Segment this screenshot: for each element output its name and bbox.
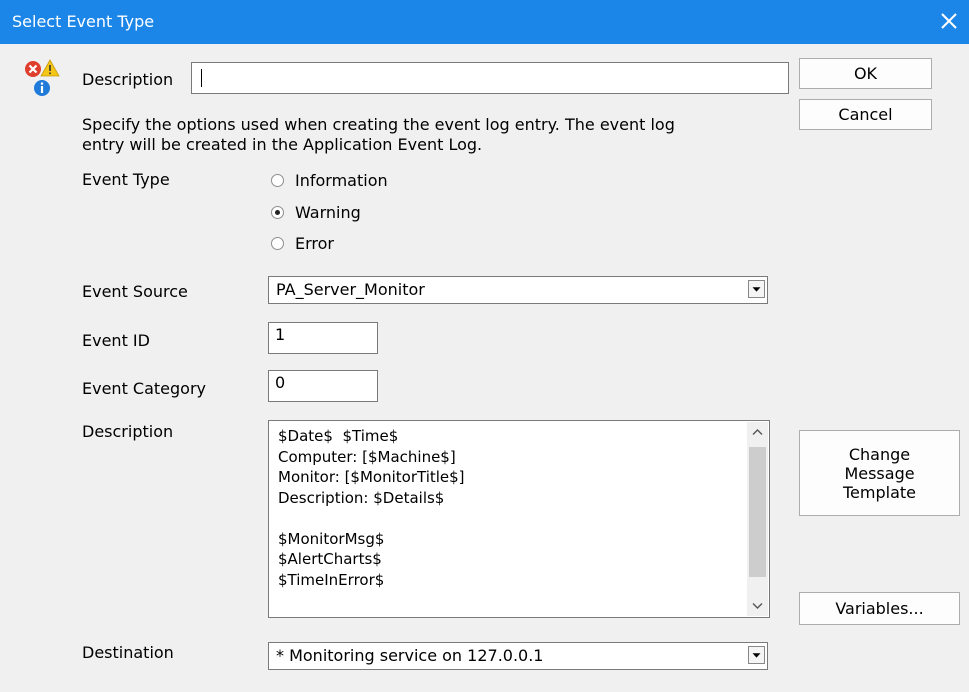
ok-button[interactable]: OK <box>799 58 932 89</box>
description-label: Description <box>82 70 174 89</box>
radio-warning-button[interactable] <box>271 206 284 219</box>
destination-select[interactable]: * Monitoring service on 127.0.0.1 <box>268 642 768 670</box>
scroll-up-icon[interactable] <box>752 428 763 436</box>
destination-label: Destination <box>82 643 174 662</box>
description-input[interactable] <box>191 62 789 94</box>
intro-line-1: Specify the options used when creating t… <box>82 115 675 134</box>
variables-button[interactable]: Variables... <box>799 592 960 625</box>
error-icon <box>25 61 41 77</box>
radio-information-label: Information <box>295 171 388 190</box>
radio-information-button[interactable] <box>271 174 284 187</box>
event-id-label: Event ID <box>82 331 150 350</box>
event-type-label: Event Type <box>82 170 170 189</box>
radio-warning[interactable]: Warning <box>271 203 361 222</box>
message-line: Description: $Details$ <box>278 488 445 507</box>
message-description-label: Description <box>82 422 174 441</box>
chevron-down-icon[interactable] <box>748 280 765 298</box>
change-template-line-3: Template <box>842 482 916 502</box>
text-cursor <box>201 69 202 87</box>
change-template-line-1: Change <box>848 444 911 464</box>
change-message-template-button[interactable]: Change Message Template <box>799 430 960 516</box>
message-line: Monitor: [$MonitorTitle$] <box>278 468 465 486</box>
radio-error-button[interactable] <box>271 237 284 250</box>
message-line: $AlertCharts$ <box>278 550 382 568</box>
message-line: $TimeInError$ <box>278 570 385 589</box>
close-icon[interactable] <box>937 8 961 34</box>
event-category-label: Event Category <box>82 379 207 398</box>
message-line <box>278 508 465 529</box>
event-source-select[interactable]: PA_Server_Monitor <box>268 276 768 304</box>
warning-icon <box>40 59 60 77</box>
status-icons <box>25 59 60 96</box>
message-line: $Date$ $Time$ <box>278 427 399 445</box>
event-source-value: PA_Server_Monitor <box>276 280 425 299</box>
scrollbar-thumb[interactable] <box>749 447 766 577</box>
event-id-input[interactable]: 1 <box>268 322 378 354</box>
destination-value: * Monitoring service on 127.0.0.1 <box>276 646 544 665</box>
radio-error-label: Error <box>295 234 334 253</box>
cancel-button[interactable]: Cancel <box>799 99 932 130</box>
radio-error[interactable]: Error <box>271 234 334 253</box>
radio-information[interactable]: Information <box>271 171 388 190</box>
info-icon <box>34 80 50 96</box>
scroll-down-icon[interactable] <box>752 602 763 610</box>
message-description-textarea[interactable]: $Date$ $Time$ Computer: [$Machine$] Moni… <box>268 420 770 618</box>
title-bar: Select Event Type <box>0 0 969 44</box>
window-title: Select Event Type <box>12 12 155 31</box>
vertical-scrollbar[interactable] <box>747 422 768 616</box>
message-line: Computer: [$Machine$] <box>278 447 456 466</box>
message-line: $MonitorMsg$ <box>278 529 385 548</box>
radio-warning-label: Warning <box>295 203 361 222</box>
intro-line-2: entry will be created in the Application… <box>82 135 483 154</box>
chevron-down-icon[interactable] <box>748 646 765 664</box>
change-template-line-2: Message <box>844 463 915 483</box>
event-source-label: Event Source <box>82 282 188 301</box>
event-category-input[interactable]: 0 <box>268 370 378 402</box>
dialog-body: Description OK Cancel Specify the option… <box>9 44 969 692</box>
